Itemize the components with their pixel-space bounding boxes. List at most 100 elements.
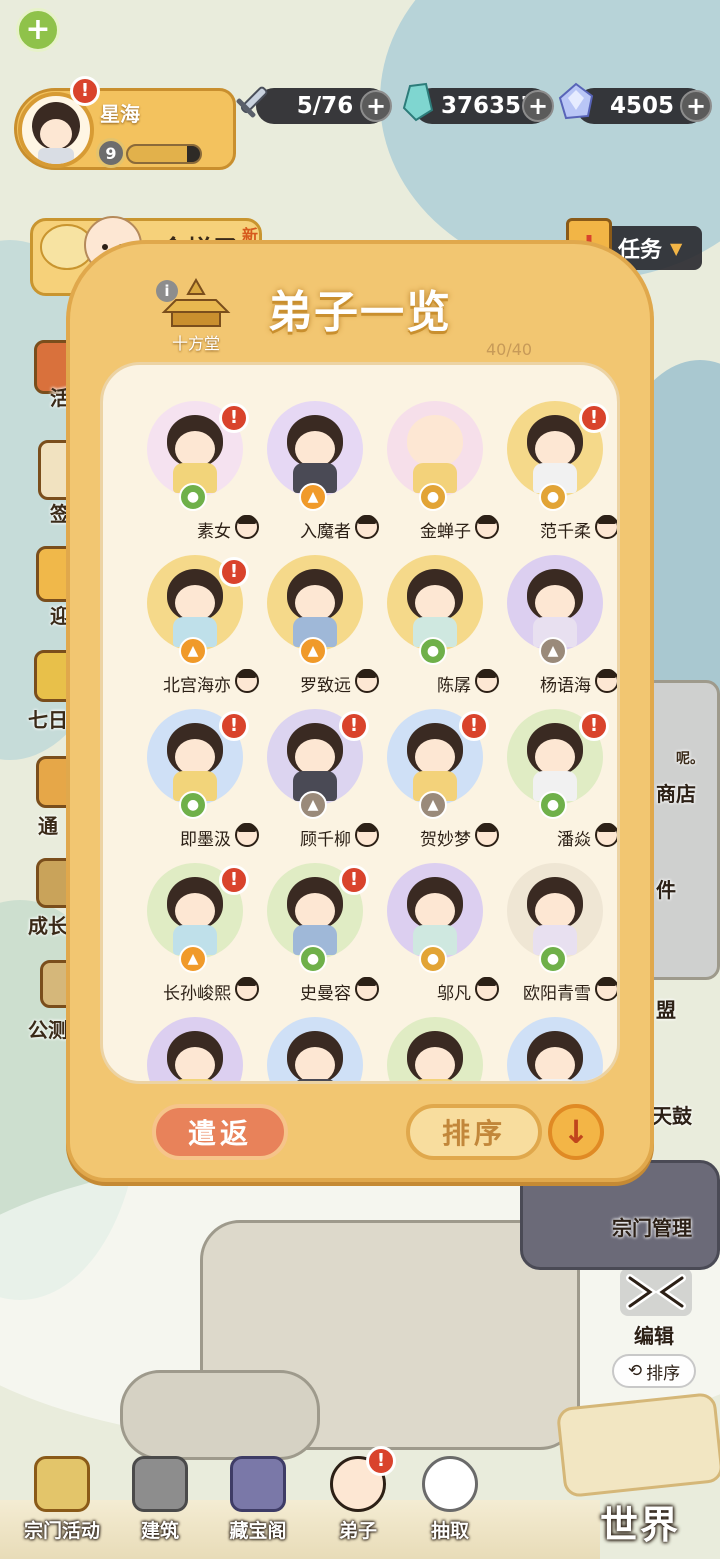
sect-management-label[interactable]: 宗门管理	[612, 1212, 692, 1241]
disciple-card[interactable]: ● 陈孱	[371, 555, 499, 705]
disciple-card[interactable]	[131, 1017, 251, 1081]
world-button[interactable]: 世界	[600, 1494, 680, 1549]
drum-label[interactable]: 天鼓	[652, 1100, 692, 1129]
nav-draw[interactable]: 抽取	[402, 1456, 498, 1556]
disciple-name: 杨语海	[540, 676, 591, 696]
disciple-card[interactable]: ●! 素女	[131, 401, 259, 551]
disciple-card[interactable]	[491, 1017, 611, 1081]
disciple-alert-badge: !	[219, 403, 249, 433]
disciple-card[interactable]: ▲! 北宫海亦	[131, 555, 259, 705]
sort-order-button[interactable]: ↓	[548, 1104, 604, 1160]
gold-element-icon: ●	[419, 483, 447, 511]
disciple-card[interactable]: ▲! 贺妙梦	[371, 709, 499, 859]
left-menu-5[interactable]: 通	[38, 810, 58, 839]
wood-element-icon: ●	[539, 791, 567, 819]
fire-element-icon: ▲	[179, 637, 207, 665]
edit-arrows-icon[interactable]	[616, 1264, 696, 1320]
disciple-name: 罗致远	[300, 676, 351, 696]
disciple-face	[535, 1047, 575, 1081]
disciple-robe	[533, 1079, 577, 1081]
shop-label[interactable]: 商店	[656, 778, 696, 807]
nav-buildings[interactable]: 建筑	[112, 1456, 208, 1556]
disciple-card[interactable]: ▲ 罗致远	[251, 555, 379, 705]
disciple-name: 北宫海亦	[163, 676, 231, 696]
nav-label: 建筑	[140, 1520, 179, 1542]
edit-label[interactable]: 编辑	[634, 1320, 674, 1349]
gold-element-icon: ●	[419, 945, 447, 973]
disciple-card[interactable]: ● 邬凡	[371, 863, 499, 1013]
disciple-robe	[173, 1079, 217, 1081]
sort-button[interactable]: 排序	[406, 1104, 542, 1160]
bone-shape	[120, 1370, 320, 1460]
left-menu-4[interactable]: 七日	[28, 704, 68, 733]
disciple-name: 顾千柳	[300, 830, 351, 850]
wood-element-icon: ●	[179, 483, 207, 511]
building-icon	[132, 1456, 188, 1512]
pagoda-icon	[34, 1456, 90, 1512]
jade-plus-button[interactable]: +	[522, 90, 554, 122]
disciple-card[interactable]: ▲ 杨语海	[491, 555, 617, 705]
alliance-label[interactable]: 盟	[656, 994, 676, 1023]
disciple-card[interactable]: ● 欧阳青雪	[491, 863, 617, 1013]
right-menu-2[interactable]: 件	[656, 874, 676, 903]
exp-bar	[126, 144, 202, 164]
disciple-role-icon	[595, 977, 617, 1001]
nav-label: 抽取	[430, 1520, 469, 1542]
disciple-card[interactable]: ▲! 长孙峻熙	[131, 863, 259, 1013]
wood-element-icon: ●	[419, 637, 447, 665]
crystal-gem-icon	[558, 82, 594, 120]
crystal-plus-button[interactable]: +	[680, 90, 712, 122]
disciple-card[interactable]: ●! 即墨汲	[131, 709, 259, 859]
disciple-face	[295, 1047, 335, 1081]
earth-element-icon: ▲	[539, 637, 567, 665]
gold-element-icon: ●	[539, 483, 567, 511]
stamina-value: 5/76	[296, 93, 354, 119]
add-button[interactable]: +	[16, 8, 60, 52]
disciple-alert-badge: !	[339, 711, 369, 741]
disciple-face	[415, 1047, 455, 1081]
refresh-icon: ⟲	[627, 1361, 643, 1381]
nav-treasury[interactable]: 藏宝阁	[210, 1456, 306, 1556]
nav-label: 藏宝阁	[229, 1520, 287, 1542]
fire-element-icon: ▲	[299, 483, 327, 511]
disciple-role-icon	[595, 669, 617, 693]
disciple-face	[535, 585, 575, 621]
disciple-robe	[413, 1079, 457, 1081]
disciple-card[interactable]: ▲ 入魔者	[251, 401, 379, 551]
nav-label: 宗门活动	[23, 1520, 100, 1542]
disciple-card[interactable]: ● 金蝉子	[371, 401, 499, 551]
disciple-card[interactable]: ●! 潘焱	[491, 709, 617, 859]
nav-disciples[interactable]: ! 弟子	[310, 1446, 406, 1556]
fire-element-icon: ▲	[179, 945, 207, 973]
disciple-card[interactable]: ●! 史曼容	[251, 863, 379, 1013]
nav-sect-activity[interactable]: 宗门活动	[14, 1456, 110, 1556]
wood-element-icon: ●	[299, 945, 327, 973]
player-name: 星海	[100, 102, 140, 126]
disciple-face	[175, 585, 215, 621]
disciple-face	[175, 431, 215, 467]
earth-element-icon: ▲	[299, 791, 327, 819]
disciple-name: 邬凡	[437, 984, 471, 1004]
disciple-face	[415, 739, 455, 775]
world-map-scroll-icon[interactable]	[555, 1391, 720, 1499]
disciple-name: 范千柔	[540, 522, 591, 542]
disciple-count: 40/40	[486, 340, 533, 359]
disciple-card[interactable]	[251, 1017, 371, 1081]
left-menu-7[interactable]: 公测	[28, 1014, 68, 1043]
treasure-pavilion-icon	[230, 1456, 286, 1512]
disciple-card[interactable]: ▲! 顾千柳	[251, 709, 379, 859]
disciple-face	[535, 431, 575, 467]
dismiss-button[interactable]: 遣返	[152, 1104, 288, 1160]
disciple-card[interactable]	[371, 1017, 491, 1081]
map-sort-button[interactable]: ⟲ 排序	[612, 1354, 696, 1388]
disciple-card[interactable]: ●! 范千柔	[491, 401, 617, 551]
stamina-plus-button[interactable]: +	[360, 90, 392, 122]
task-chevron-icon: ▼	[670, 238, 683, 258]
shop-note: 呢。	[676, 751, 704, 767]
disciple-role-icon	[595, 515, 617, 539]
disciple-face	[295, 893, 335, 929]
player-level-badge: 9	[96, 138, 126, 168]
map-sort-label: 排序	[646, 1363, 681, 1384]
left-menu-6[interactable]: 成长	[28, 910, 68, 939]
disciple-alert-badge: !	[219, 711, 249, 741]
